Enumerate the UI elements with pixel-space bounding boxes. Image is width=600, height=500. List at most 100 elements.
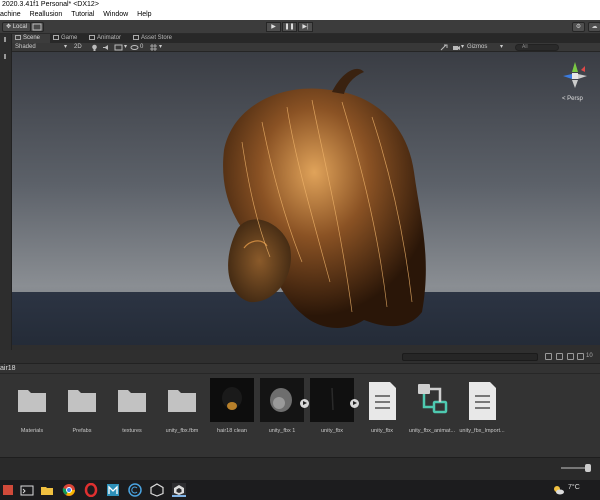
- grid-icon[interactable]: [149, 44, 158, 51]
- pause-button[interactable]: ❚❚: [282, 22, 297, 32]
- asset-grid: Materials Prefabs textures unity_fbx.fbm…: [0, 374, 600, 457]
- unity-hub-icon[interactable]: [150, 483, 164, 497]
- folder-icon: [168, 390, 196, 412]
- unity-editor-icon[interactable]: [172, 483, 186, 497]
- breadcrumb-folder[interactable]: air18: [0, 364, 16, 374]
- tab-asset-store[interactable]: Asset Store: [130, 34, 186, 43]
- asset-label: unity_fbx.fbm: [165, 428, 199, 434]
- filter-label-icon[interactable]: [556, 353, 563, 360]
- tab-label: Scene: [23, 35, 41, 41]
- tab-label: Game: [61, 35, 78, 41]
- cloud-icon: ☁: [591, 24, 598, 30]
- asset-item[interactable]: unity_fbx: [358, 380, 406, 440]
- chrome-icon[interactable]: [62, 483, 76, 497]
- play-button[interactable]: ▶: [266, 22, 281, 32]
- asset-item[interactable]: unity_fbx.fbm: [158, 380, 206, 440]
- chevron-down-icon: ▾: [64, 44, 68, 50]
- tools-icon[interactable]: [440, 44, 449, 51]
- main-toolbar: ✥ Local ▶ ❚❚ ▶| ⚙ ☁: [0, 20, 600, 34]
- project-statusbar: [0, 457, 600, 480]
- folder-icon: [118, 390, 146, 412]
- asset-item[interactable]: unity_fbx 1: [258, 378, 309, 440]
- menu-item-window[interactable]: Window: [103, 10, 128, 20]
- menu-item-reallusion[interactable]: Reallusion: [30, 10, 63, 20]
- step-button[interactable]: ▶|: [298, 22, 313, 32]
- icon-size-slider-handle[interactable]: [585, 464, 591, 472]
- asset-label: hair18 clean: [217, 428, 247, 434]
- collab-button[interactable]: ⚙: [572, 22, 585, 32]
- step-icon: ▶|: [302, 24, 309, 30]
- asset-item[interactable]: unity_fbx_animat...: [408, 380, 456, 440]
- hidden-count: 0: [140, 44, 144, 50]
- chevron-down-icon: ▾: [461, 44, 465, 50]
- scene-viewport[interactable]: < Persp: [12, 52, 600, 345]
- project-search-input[interactable]: [402, 353, 538, 361]
- asset-label: Prefabs: [72, 428, 92, 434]
- gamepad-icon: [53, 35, 59, 40]
- start-app-icon[interactable]: [2, 483, 16, 497]
- asset-item[interactable]: unity_fbx_Import...: [458, 380, 506, 440]
- asset-item[interactable]: textures: [108, 380, 156, 440]
- gizmos-dropdown[interactable]: Gizmos: [467, 43, 487, 52]
- hidden-packages-icon[interactable]: [577, 353, 584, 360]
- folder-icon: [18, 390, 46, 412]
- account-button[interactable]: ☁: [588, 22, 600, 32]
- chevron-down-icon: ▾: [124, 44, 128, 50]
- filter-type-icon[interactable]: [545, 353, 552, 360]
- asset-item[interactable]: hair18 clean: [208, 378, 256, 440]
- tab-animator[interactable]: Animator: [86, 34, 130, 43]
- orientation-gizmo[interactable]: [560, 60, 590, 100]
- lightbulb-icon[interactable]: [90, 44, 99, 51]
- tab-scene[interactable]: Scene: [12, 34, 50, 43]
- scene-icon: [15, 35, 21, 40]
- model-preview-icon: [260, 378, 304, 422]
- terminal-icon[interactable]: [20, 483, 34, 497]
- scene-search-input[interactable]: All: [515, 44, 559, 51]
- view-tab-bar: Scene Game Animator Asset Store: [12, 34, 600, 43]
- temperature-readout: 7°C: [568, 484, 580, 491]
- playmode-controls: ▶ ❚❚ ▶|: [266, 22, 313, 32]
- document-icon: [469, 382, 496, 420]
- animator-controller-icon: [418, 384, 448, 414]
- panel-handle[interactable]: [4, 37, 6, 42]
- 2d-toggle[interactable]: 2D: [74, 43, 82, 52]
- pause-icon: ❚❚: [284, 24, 295, 30]
- asset-label: unity_fbx_animat...: [408, 428, 456, 434]
- move-icon: ✥: [6, 24, 12, 30]
- chevron-down-icon: ▾: [159, 44, 163, 50]
- menu-item-machine[interactable]: achine: [0, 10, 21, 20]
- favorite-icon[interactable]: [567, 353, 574, 360]
- store-icon: [133, 35, 139, 40]
- app-m-icon[interactable]: [106, 483, 120, 497]
- asset-item[interactable]: Prefabs: [58, 380, 106, 440]
- menu-item-tutorial[interactable]: Tutorial: [71, 10, 94, 20]
- camera-icon[interactable]: [452, 44, 461, 51]
- menu-bar: achine Reallusion Tutorial Window Help: [0, 10, 600, 20]
- grid-snap-button[interactable]: [30, 22, 44, 32]
- window-title: 2020.3.41f1 Personal* <DX12>: [0, 0, 600, 10]
- tab-game[interactable]: Game: [50, 34, 86, 43]
- asset-label: unity_fbx_Import...: [459, 428, 505, 434]
- chevron-down-icon: ▾: [500, 44, 504, 50]
- asset-item[interactable]: unity_fbx: [308, 378, 359, 440]
- audio-icon[interactable]: [102, 44, 111, 51]
- pivot-rotation-button[interactable]: ✥ Local: [2, 22, 32, 32]
- hidden-objects-icon[interactable]: [130, 44, 139, 51]
- app-c-icon[interactable]: [128, 483, 142, 497]
- effects-icon[interactable]: [114, 44, 123, 51]
- play-icon: ▶: [271, 24, 276, 30]
- item-count: 10: [586, 353, 593, 359]
- file-explorer-icon[interactable]: [40, 483, 54, 497]
- gear-icon: ⚙: [575, 24, 582, 30]
- asset-label: unity_fbx: [370, 428, 393, 434]
- weather-icon: [554, 486, 564, 495]
- panel-handle[interactable]: [4, 54, 6, 59]
- projection-label[interactable]: < Persp: [562, 96, 583, 102]
- asset-label: unity_fbx 1: [268, 428, 296, 434]
- grid-icon: [32, 23, 42, 31]
- opera-icon[interactable]: [84, 483, 98, 497]
- menu-item-help[interactable]: Help: [137, 10, 151, 20]
- asset-item[interactable]: Materials: [8, 380, 56, 440]
- project-toolbar: 10: [0, 350, 600, 364]
- shading-mode-dropdown[interactable]: Shaded: [15, 43, 36, 52]
